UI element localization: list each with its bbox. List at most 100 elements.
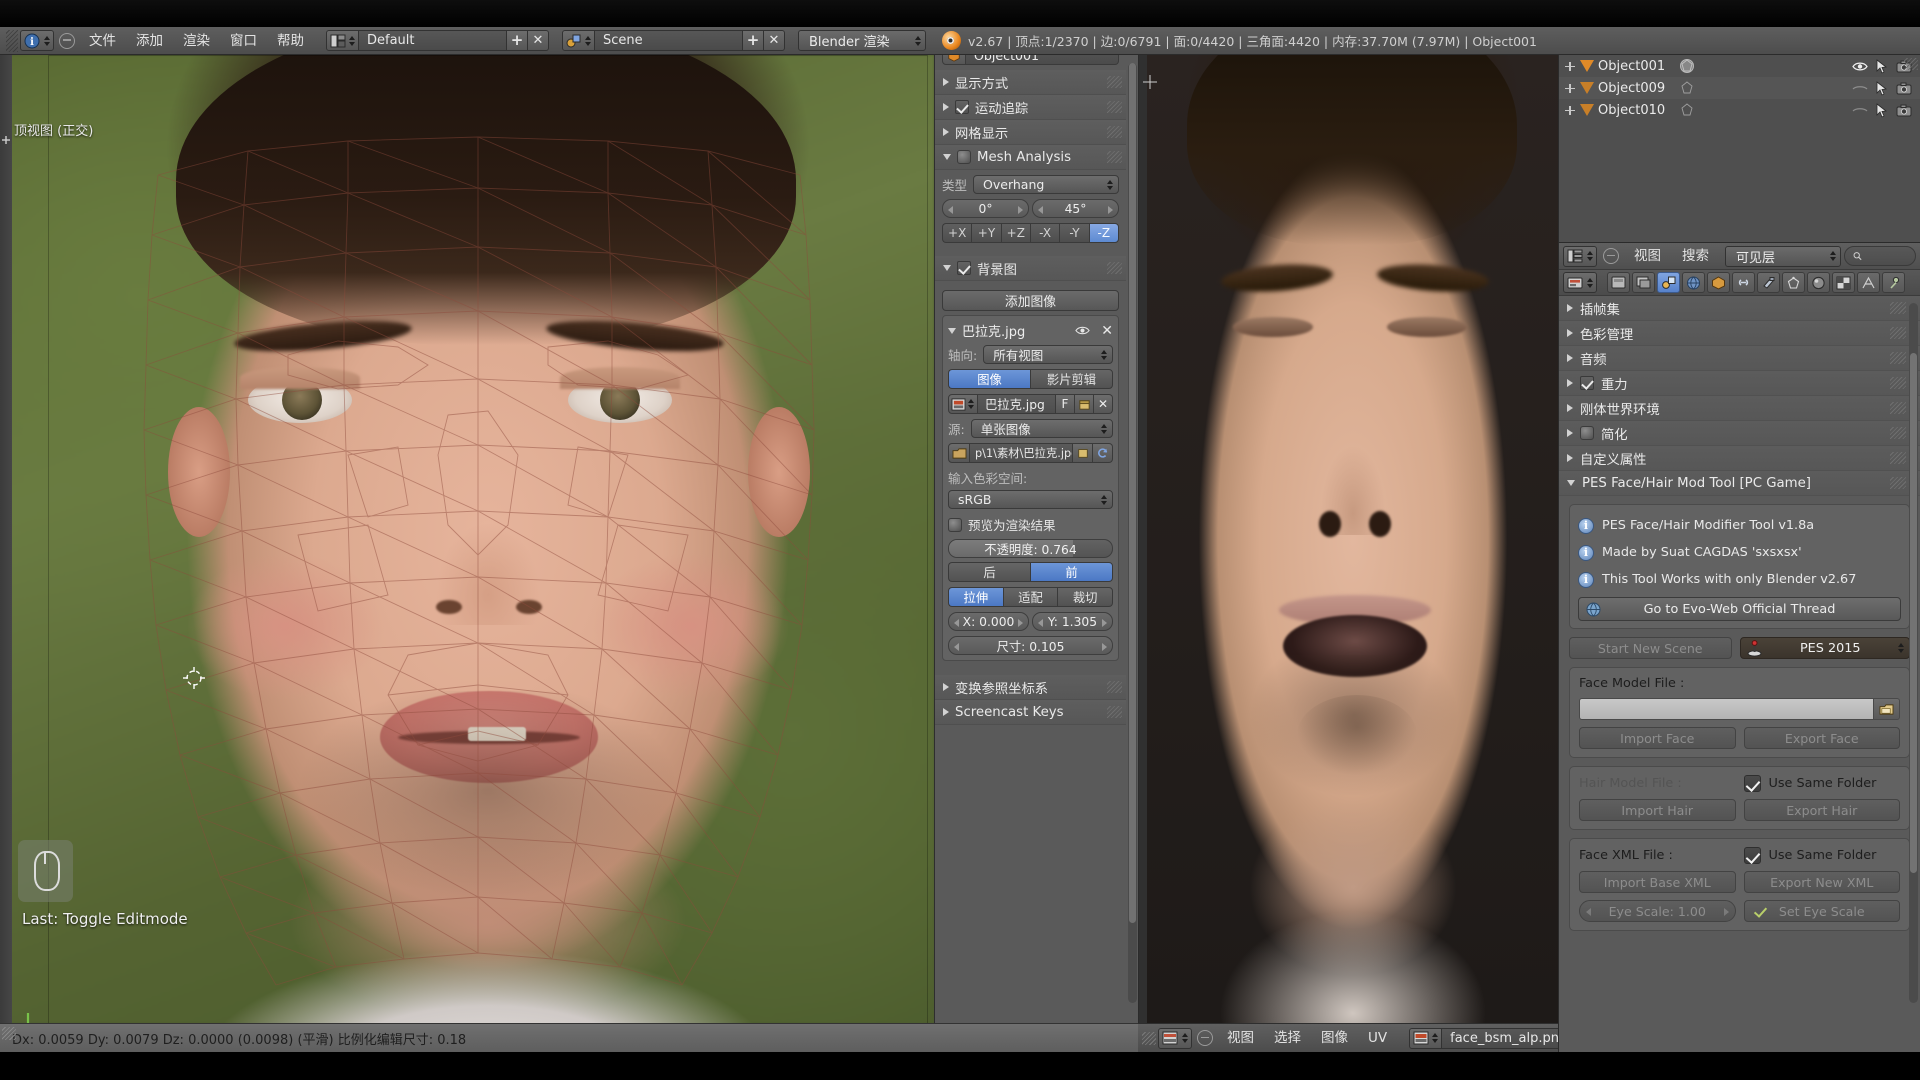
panel-audio[interactable]: 音频 bbox=[1559, 346, 1920, 371]
mesh-data-icon[interactable] bbox=[1679, 80, 1695, 96]
xml-use-same-folder-row[interactable]: Use Same Folder bbox=[1743, 847, 1901, 864]
panel-transform-orientations[interactable]: 变换参照坐标系 bbox=[935, 675, 1126, 700]
scene-browse[interactable] bbox=[562, 30, 595, 51]
screen-layout-add-button[interactable]: + bbox=[507, 30, 528, 51]
outliner-row-object010[interactable]: Object010 bbox=[1559, 99, 1920, 121]
panel-display[interactable]: 显示方式 bbox=[935, 70, 1126, 95]
layer-filter-dropdown[interactable]: 可见层 bbox=[1725, 245, 1841, 267]
bgimage-axis-dropdown[interactable]: 所有视图 bbox=[983, 345, 1113, 364]
screen-layout-delete-button[interactable]: ✕ bbox=[528, 30, 549, 51]
min-angle-field[interactable]: 0° bbox=[942, 199, 1029, 218]
face-model-path-field[interactable] bbox=[1579, 698, 1900, 720]
tab-render-layers[interactable] bbox=[1632, 272, 1655, 293]
tab-texture[interactable] bbox=[1832, 272, 1855, 293]
mesh-analysis-toggle-icon[interactable] bbox=[957, 150, 971, 164]
panel-mesh-analysis[interactable]: Mesh Analysis bbox=[935, 145, 1126, 170]
expand-icon[interactable] bbox=[1564, 60, 1576, 72]
background-image-header[interactable]: 巴拉克.jpg ✕ bbox=[948, 321, 1113, 340]
uv-menu-select[interactable]: 选择 bbox=[1265, 1026, 1310, 1050]
depth-front-button[interactable]: 前 bbox=[1030, 562, 1113, 582]
tab-material[interactable] bbox=[1807, 272, 1830, 293]
tab-object-data[interactable] bbox=[1782, 272, 1805, 293]
selectable-cursor-icon[interactable] bbox=[1876, 80, 1888, 96]
uv-menu-uv[interactable]: UV bbox=[1359, 1026, 1396, 1050]
viewport-left-scrollbar[interactable] bbox=[0, 55, 12, 1023]
properties-search-field[interactable] bbox=[1844, 246, 1916, 266]
hair-use-same-folder-checkbox[interactable] bbox=[1743, 775, 1761, 792]
mesh-analysis-type-dropdown[interactable]: Overhang bbox=[973, 175, 1119, 194]
status-resize-grip-icon[interactable] bbox=[2, 1027, 16, 1040]
menu-file[interactable]: 文件 bbox=[80, 29, 125, 53]
properties-editor-scrollbar[interactable] bbox=[1909, 303, 1918, 1003]
panel-screencast-keys[interactable]: Screencast Keys bbox=[935, 700, 1126, 725]
frame-crop-button[interactable]: 裁切 bbox=[1057, 587, 1114, 607]
properties-editor-type-selector[interactable] bbox=[1563, 245, 1597, 267]
viewport-toolshelf-plus-icon[interactable] bbox=[1, 135, 11, 145]
pack-file-button[interactable] bbox=[1073, 443, 1093, 463]
motion-tracking-checkbox[interactable] bbox=[955, 100, 969, 114]
tab-world[interactable] bbox=[1682, 272, 1705, 293]
object-name-field[interactable]: Object001 bbox=[966, 55, 1119, 65]
outliner-row-object009[interactable]: Object009 bbox=[1559, 77, 1920, 99]
opacity-slider[interactable]: 不透明度: 0.764 bbox=[948, 539, 1113, 558]
tab-image[interactable]: 图像 bbox=[948, 369, 1030, 389]
tab-physics[interactable] bbox=[1882, 272, 1905, 293]
editor-type-selector[interactable]: i bbox=[20, 30, 54, 51]
frame-fit-button[interactable]: 适配 bbox=[1002, 587, 1058, 607]
panel-background-images[interactable]: 背景图 bbox=[935, 256, 1126, 281]
outliner-row-object001[interactable]: Object001 bbox=[1559, 55, 1920, 77]
uv-editor-type-selector[interactable] bbox=[1158, 1027, 1192, 1049]
import-base-xml-button[interactable]: Import Base XML bbox=[1579, 871, 1736, 893]
panel-rigid-body-world[interactable]: 刚体世界环境 bbox=[1559, 396, 1920, 421]
screen-layout-browse[interactable] bbox=[326, 30, 359, 51]
renderable-camera-icon[interactable] bbox=[1896, 82, 1912, 95]
xml-use-same-folder-checkbox[interactable] bbox=[1743, 847, 1761, 864]
frame-stretch-button[interactable]: 拉伸 bbox=[948, 587, 1003, 607]
face-model-path-input[interactable] bbox=[1579, 698, 1874, 720]
panel-gravity[interactable]: 重力 bbox=[1559, 371, 1920, 396]
scene-add-button[interactable]: + bbox=[743, 30, 764, 51]
axis-minus-x[interactable]: -X bbox=[1029, 223, 1060, 243]
panel-pes-face-hair-mod-tool[interactable]: PES Face/Hair Mod Tool [PC Game] bbox=[1559, 471, 1920, 496]
renderable-camera-icon[interactable] bbox=[1896, 104, 1912, 117]
uv-image-name[interactable]: face_bsm_alp.png bbox=[1442, 1027, 1558, 1049]
screen-layout-name[interactable]: Default bbox=[359, 30, 507, 51]
tab-object[interactable] bbox=[1707, 272, 1730, 293]
tab-constraints[interactable] bbox=[1732, 272, 1755, 293]
go-to-evoweb-thread-button[interactable]: Go to Evo-Web Official Thread bbox=[1578, 597, 1901, 621]
axis-plus-x[interactable]: +X bbox=[942, 223, 972, 243]
properties-menu-search[interactable]: 搜索 bbox=[1673, 244, 1718, 268]
panel-color-management[interactable]: 色彩管理 bbox=[1559, 321, 1920, 346]
properties-editor[interactable]: 视图 搜索 可见层 插帧集 色彩管理 音频 重力 刚体世界环境 简化 自定义属性… bbox=[1558, 243, 1920, 1052]
visibility-eye-icon[interactable] bbox=[1852, 83, 1868, 94]
face-model-browse-button[interactable] bbox=[1874, 698, 1900, 720]
export-hair-button[interactable]: Export Hair bbox=[1743, 799, 1900, 821]
panel-motion-tracking[interactable]: 运动追踪 bbox=[935, 95, 1126, 120]
image-browse-button[interactable] bbox=[948, 394, 978, 414]
selectable-cursor-icon[interactable] bbox=[1876, 102, 1888, 118]
size-field[interactable]: 尺寸: 0.105 bbox=[948, 636, 1113, 655]
context-pin-selector[interactable] bbox=[1563, 272, 1597, 293]
offset-y-field[interactable]: Y: 1.305 bbox=[1032, 612, 1113, 631]
panel-mesh-display[interactable]: 网格显示 bbox=[935, 120, 1126, 145]
import-face-button[interactable]: Import Face bbox=[1579, 727, 1736, 749]
selectable-cursor-icon[interactable] bbox=[1876, 58, 1888, 74]
depth-back-button[interactable]: 后 bbox=[948, 562, 1030, 582]
axis-minus-z[interactable]: -Z bbox=[1088, 223, 1119, 243]
render-engine-selector[interactable]: Blender 渲染 bbox=[798, 30, 926, 51]
file-browse-icon[interactable] bbox=[948, 443, 970, 463]
menu-add[interactable]: 添加 bbox=[127, 29, 172, 53]
axis-plus-y[interactable]: +Y bbox=[971, 223, 1001, 243]
unlink-image-button[interactable]: ✕ bbox=[1094, 394, 1113, 414]
expand-icon[interactable] bbox=[1564, 104, 1576, 116]
export-face-button[interactable]: Export Face bbox=[1743, 727, 1900, 749]
uv-menu-image[interactable]: 图像 bbox=[1312, 1026, 1357, 1050]
offset-x-field[interactable]: X: 0.000 bbox=[948, 612, 1029, 631]
add-image-button[interactable]: 添加图像 bbox=[942, 290, 1119, 311]
mesh-data-icon[interactable] bbox=[1679, 58, 1695, 74]
menu-window[interactable]: 窗口 bbox=[221, 29, 266, 53]
reload-image-button[interactable] bbox=[1093, 443, 1113, 463]
game-version-dropdown[interactable]: PES 2015 bbox=[1739, 637, 1910, 659]
tab-movie-clip[interactable]: 影片剪辑 bbox=[1030, 369, 1113, 389]
simplify-checkbox[interactable] bbox=[1580, 426, 1594, 440]
